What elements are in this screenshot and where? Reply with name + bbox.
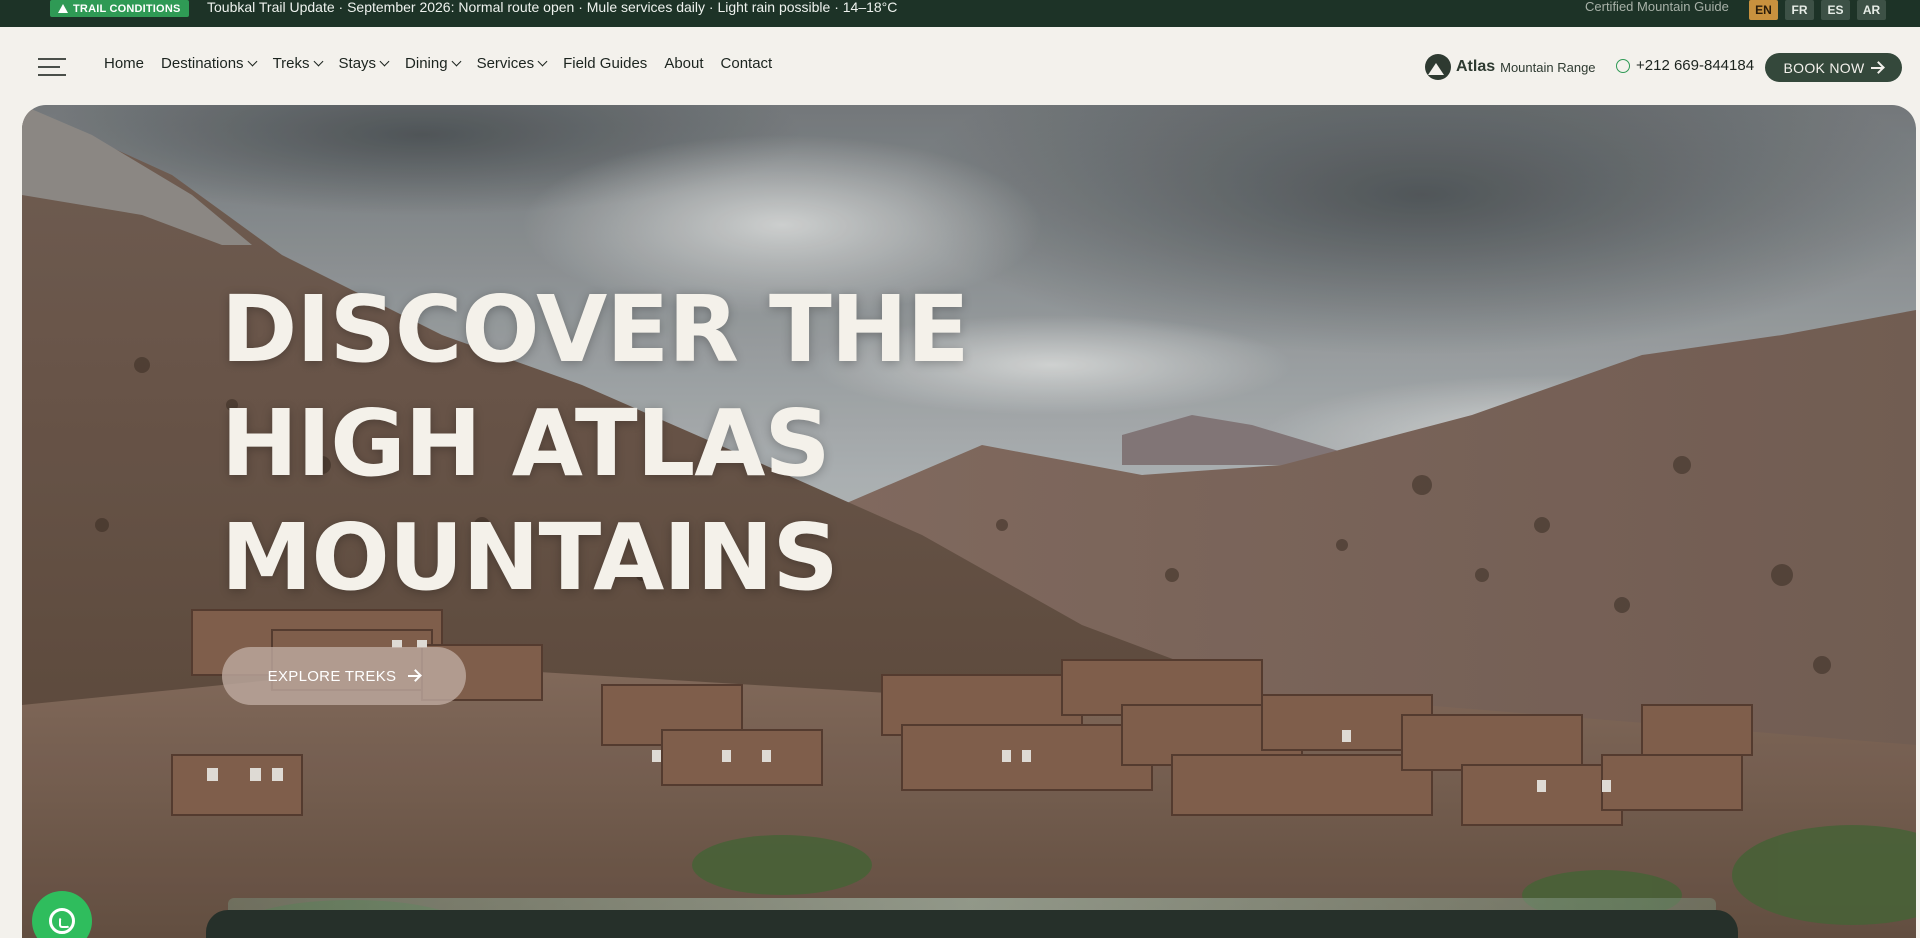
nav-item-label: Services bbox=[476, 55, 535, 72]
arrow-right-icon bbox=[408, 675, 421, 677]
certified-guide-label: Certified Mountain Guide bbox=[1585, 0, 1729, 14]
nav-item-label: About bbox=[664, 55, 704, 72]
explore-treks-label: EXPLORE TREKS bbox=[267, 667, 397, 685]
nav-item-label: Treks bbox=[272, 55, 310, 72]
chevron-down-icon bbox=[313, 56, 323, 67]
warning-triangle-icon bbox=[58, 4, 68, 13]
lang-ar-button[interactable]: AR bbox=[1857, 0, 1886, 20]
headline-line-2: HIGH ATLAS bbox=[221, 390, 831, 497]
whatsapp-icon bbox=[49, 908, 75, 934]
logo-light-text: Mountain Range bbox=[1500, 59, 1596, 75]
chevron-down-icon bbox=[537, 56, 548, 67]
chevron-down-icon bbox=[379, 56, 390, 67]
language-switcher: EN FR ES AR bbox=[1749, 0, 1886, 20]
lang-fr-button[interactable]: FR bbox=[1785, 0, 1814, 20]
nav-item-dining[interactable]: Dining bbox=[405, 55, 462, 72]
headline-line-3: MOUNTAINS bbox=[221, 504, 839, 611]
mountain-logo-icon bbox=[1425, 54, 1451, 80]
chevron-down-icon bbox=[451, 56, 462, 67]
nav-item-about[interactable]: About bbox=[664, 55, 703, 72]
main-nav: Home Destinations Treks Stays Dining Ser… bbox=[0, 27, 1920, 105]
nav-item-label: Field Guides bbox=[563, 55, 648, 72]
phone-link[interactable]: +212 669-844184 bbox=[1616, 57, 1754, 74]
logo-bold-text: Atlas bbox=[1456, 58, 1496, 75]
nav-item-label: Dining bbox=[405, 55, 448, 72]
nav-item-stays[interactable]: Stays bbox=[338, 55, 390, 72]
nav-item-services[interactable]: Services bbox=[476, 55, 548, 72]
nav-item-home[interactable]: Home bbox=[104, 55, 144, 72]
arrow-right-icon bbox=[1871, 66, 1884, 69]
nav-item-destinations[interactable]: Destinations bbox=[161, 55, 258, 72]
nav-item-field-guides[interactable]: Field Guides bbox=[563, 55, 647, 72]
search-panel bbox=[206, 910, 1738, 938]
trail-announcement: Toubkal Trail Update · September 2026: N… bbox=[207, 0, 898, 15]
nav-item-label: Stays bbox=[338, 55, 377, 72]
book-now-button[interactable]: BOOK NOW bbox=[1765, 53, 1902, 82]
nav-menu: Home Destinations Treks Stays Dining Ser… bbox=[104, 55, 772, 72]
hero-headline: DISCOVER THE HIGH ATLAS MOUNTAINS bbox=[221, 273, 970, 615]
lang-en-button[interactable]: EN bbox=[1749, 0, 1778, 20]
explore-treks-button[interactable]: EXPLORE TREKS bbox=[222, 647, 466, 705]
book-now-label: BOOK NOW bbox=[1783, 59, 1865, 76]
trail-conditions-label: TRAIL CONDITIONS bbox=[73, 2, 181, 15]
whatsapp-icon bbox=[1616, 58, 1630, 73]
site-logo[interactable]: Atlas Mountain Range bbox=[1425, 54, 1596, 80]
nav-item-label: Contact bbox=[720, 55, 773, 72]
chevron-down-icon bbox=[247, 56, 258, 67]
hamburger-icon[interactable] bbox=[38, 58, 66, 76]
nav-item-label: Destinations bbox=[161, 55, 244, 72]
headline-line-1: DISCOVER THE bbox=[221, 276, 970, 383]
trail-conditions-tag: TRAIL CONDITIONS bbox=[50, 0, 189, 17]
nav-item-treks[interactable]: Treks bbox=[272, 55, 323, 72]
nav-item-contact[interactable]: Contact bbox=[721, 55, 773, 72]
nav-item-label: Home bbox=[104, 55, 145, 72]
phone-number: +212 669-844184 bbox=[1636, 57, 1755, 74]
hero-section: DISCOVER THE HIGH ATLAS MOUNTAINS EXPLOR… bbox=[22, 105, 1916, 938]
lang-es-button[interactable]: ES bbox=[1821, 0, 1850, 20]
announcement-bar: TRAIL CONDITIONS Toubkal Trail Update · … bbox=[0, 0, 1920, 27]
